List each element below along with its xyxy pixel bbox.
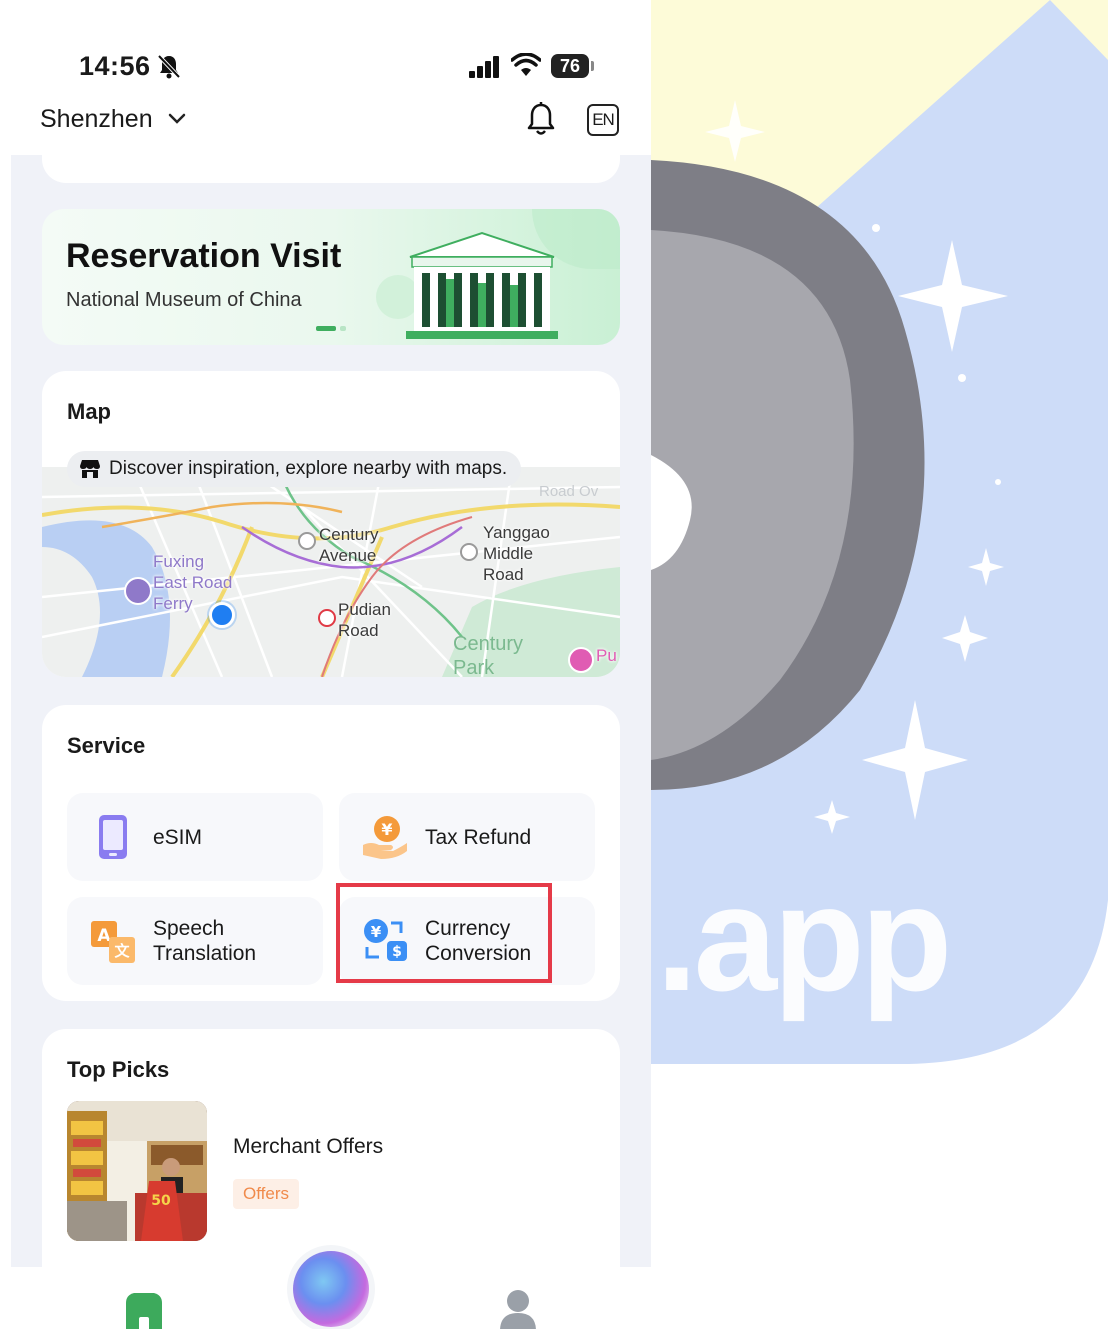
offers-badge: Offers [233,1179,299,1209]
chevron-down-icon[interactable] [167,111,187,127]
banner-subtitle: National Museum of China [66,289,302,311]
phone-screen: 14:56 76 Shenzhen EN Reservation Visit N… [11,13,651,1329]
status-time: 14:56 [79,51,151,81]
service-label: eSIM [153,826,203,849]
home-tab-icon[interactable] [124,1291,164,1329]
museum-icon [406,231,558,339]
map-view[interactable]: Road Ov Century Avenue Yanggao Middle Ro… [42,467,620,677]
map-place-label: Pudian Road [338,600,391,640]
shop-pin-icon[interactable] [568,647,594,673]
bottom-tab-bar [11,1251,651,1329]
svg-text:文: 文 [114,942,130,960]
service-label: Tax Refund [425,826,532,849]
service-label: Speech Translation [153,917,257,965]
service-tax-refund[interactable]: ¥ Tax Refund [339,793,595,881]
map-card[interactable]: Map Road Ov Century Avenue Yanggao Middl… [42,371,620,677]
metro-station-icon [318,609,336,627]
hand-coin-icon: ¥ [363,816,407,859]
reservation-banner[interactable]: Reservation Visit National Museum of Chi… [42,209,620,345]
map-place-label: Yanggao Middle Road [483,523,550,584]
map-section-title: Map [67,399,111,424]
current-location-icon [209,602,235,628]
map-place-label: Century Park [453,633,524,677]
language-button[interactable]: EN [587,104,619,136]
ai-assistant-tab-icon[interactable] [293,1251,369,1327]
watermark-text: .app [656,854,952,1022]
service-section-title: Service [67,733,146,758]
service-speech-translation[interactable]: A 文 Speech Translation [67,897,323,985]
merchant-offer-image[interactable]: 50 [67,1101,207,1241]
map-hint-chip[interactable]: Discover inspiration, explore nearby wit… [67,451,522,487]
battery-level: 76 [551,54,589,78]
map-place-label: Century Avenue [319,525,379,565]
top-bar: 14:56 76 Shenzhen EN [11,13,651,155]
wifi-icon [511,53,541,76]
metro-station-icon [460,543,478,561]
highlight-box [336,883,552,983]
bell-muted-icon [157,54,181,79]
carousel-indicator [316,326,346,331]
svg-text:50: 50 [151,1193,171,1209]
svg-text:¥: ¥ [381,820,392,839]
metro-station-icon [298,532,316,550]
notification-bell-icon[interactable] [525,101,557,137]
map-hint-text: Discover inspiration, explore nearby wit… [109,458,508,479]
store-icon [80,460,100,478]
service-esim[interactable]: eSIM [67,793,323,881]
map-place-label: Pu [596,646,617,665]
map-place-label: Road Ov [539,483,599,500]
city-selector[interactable]: Shenzhen [40,105,153,134]
ferry-pin-icon[interactable] [124,577,152,605]
pick-title[interactable]: Merchant Offers [233,1135,383,1159]
translate-icon: A 文 [91,921,135,963]
phone-icon [99,815,127,859]
battery-tip [591,61,594,71]
profile-tab-icon[interactable] [498,1289,538,1329]
top-picks-title: Top Picks [67,1057,170,1082]
cellular-signal-icon [469,56,499,78]
banner-title: Reservation Visit [66,237,342,275]
